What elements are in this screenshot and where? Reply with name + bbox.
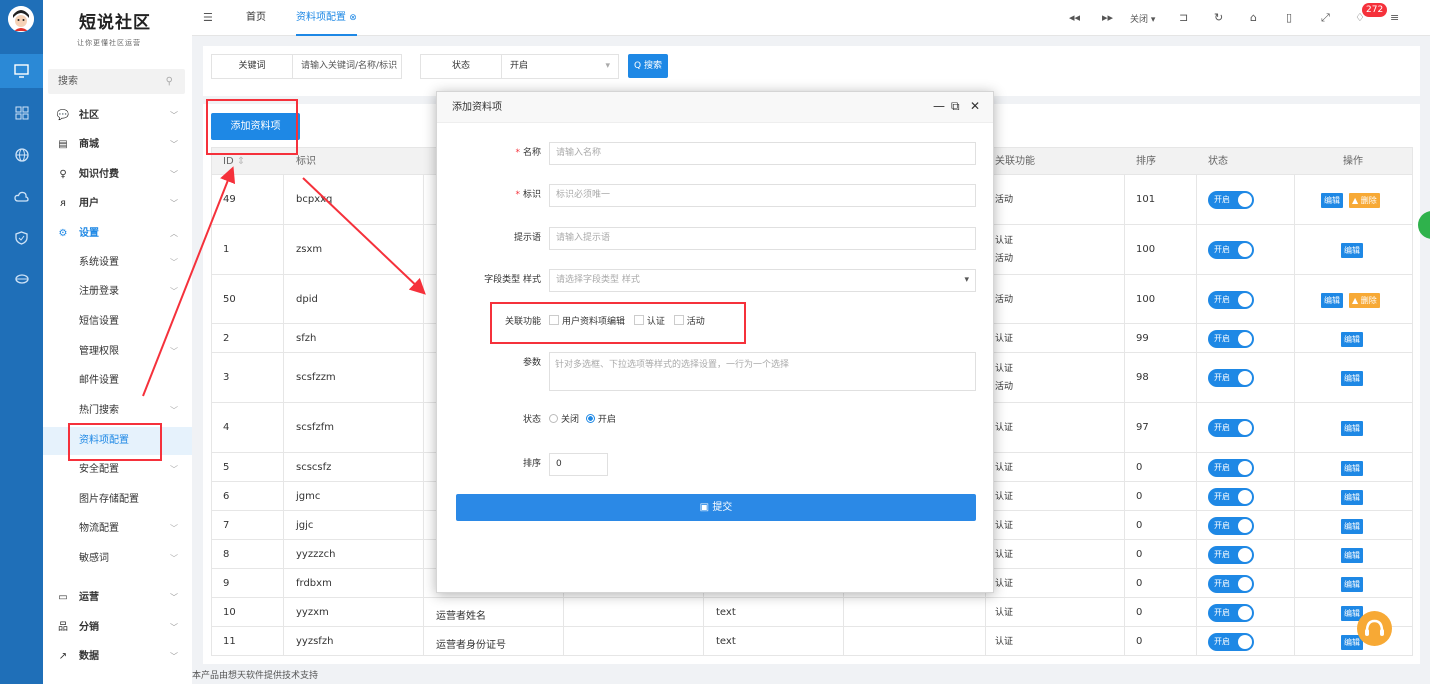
footer-text: 本产品由想天软件提供技术支持 <box>192 671 319 681</box>
support-headset-icon[interactable] <box>1357 611 1392 646</box>
annotation-arrows <box>142 166 426 397</box>
